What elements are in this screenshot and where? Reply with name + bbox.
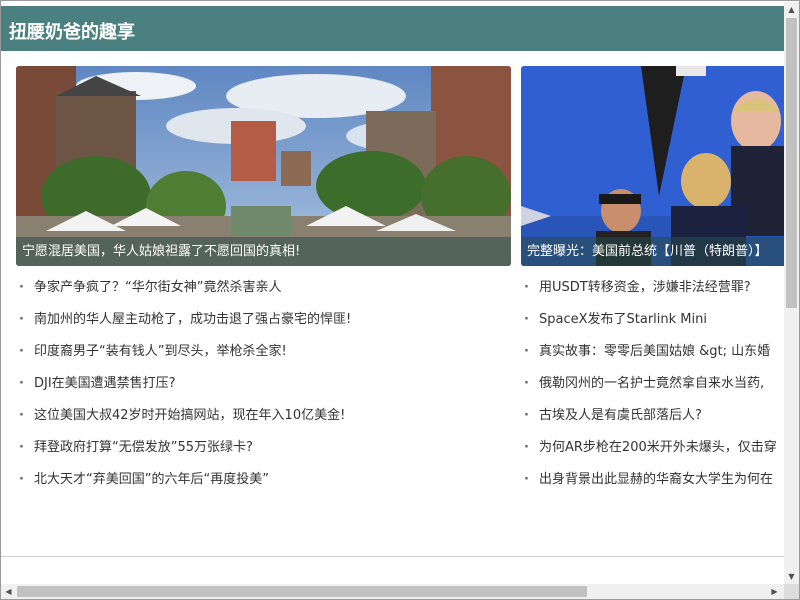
list-item[interactable]: 出身背景出此显赫的华裔女大学生为何在 (521, 464, 784, 496)
scroll-up-icon[interactable]: ▲ (784, 2, 799, 17)
list-item[interactable]: 俄勒冈州的一名护士竟然拿自来水当药, (521, 368, 784, 400)
site-title[interactable]: 扭腰奶爸的趣享 (9, 18, 135, 44)
list-item[interactable]: 为何AR步枪在200米开外未爆头，仅击穿 (521, 432, 784, 464)
horizontal-scroll-thumb[interactable] (17, 586, 587, 597)
list-item[interactable]: 印度裔男子“装有钱人”到尽头，举枪杀全家! (16, 336, 511, 368)
featured-card-2[interactable]: 完整曝光：美国前总统【川普（特朗普）】 (521, 66, 784, 266)
vertical-scrollbar[interactable]: ▲ ▼ (784, 2, 799, 584)
card-caption[interactable]: 宁愿混居美国，华人姑娘袒露了不愿回国的真相! (16, 237, 511, 266)
featured-image-rally (521, 66, 784, 266)
browser-page: 扭腰奶爸的趣享 宁愿混居美国，华人姑娘袒露了不愿回国的真相! 完整曝光：美国前总… (0, 0, 800, 600)
scroll-right-icon[interactable]: ▶ (767, 584, 782, 599)
list-item[interactable]: 争家产争疯了？“华尔街女神”竟然杀害亲人 (16, 272, 511, 304)
card-caption[interactable]: 完整曝光：美国前总统【川普（特朗普）】 (521, 237, 784, 266)
site-header: 扭腰奶爸的趣享 (1, 6, 784, 51)
list-item[interactable]: SpaceX发布了Starlink Mini (521, 304, 784, 336)
article-list-left: 争家产争疯了？“华尔街女神”竟然杀害亲人 南加州的华人屋主动枪了，成功击退了强占… (16, 272, 511, 496)
scroll-left-icon[interactable]: ◀ (1, 584, 16, 599)
scrollbar-corner (784, 584, 799, 599)
list-item[interactable]: 这位美国大叔42岁时开始搞网站，现在年入10亿美金! (16, 400, 511, 432)
footer-divider (1, 556, 784, 557)
vertical-scroll-thumb[interactable] (786, 18, 797, 308)
list-item[interactable]: 北大天才“弃美回国”的六年后“再度投美” (16, 464, 511, 496)
scroll-down-icon[interactable]: ▼ (784, 569, 799, 584)
list-item[interactable]: 真实故事：零零后美国姑娘 &gt; 山东婚 (521, 336, 784, 368)
list-item[interactable]: 用USDT转移资金，涉嫌非法经营罪? (521, 272, 784, 304)
list-item[interactable]: DJI在美国遭遇禁售打压? (16, 368, 511, 400)
article-list-right: 用USDT转移资金，涉嫌非法经营罪? SpaceX发布了Starlink Min… (521, 272, 784, 496)
featured-card-1[interactable]: 宁愿混居美国，华人姑娘袒露了不愿回国的真相! (16, 66, 511, 266)
featured-image-town-square (16, 66, 511, 266)
horizontal-scrollbar[interactable]: ◀ ▶ (1, 584, 784, 599)
list-item[interactable]: 古埃及人是有虞氏部落后人? (521, 400, 784, 432)
list-item[interactable]: 南加州的华人屋主动枪了，成功击退了强占豪宅的悍匪! (16, 304, 511, 336)
list-item[interactable]: 拜登政府打算“无偿发放”55万张绿卡? (16, 432, 511, 464)
